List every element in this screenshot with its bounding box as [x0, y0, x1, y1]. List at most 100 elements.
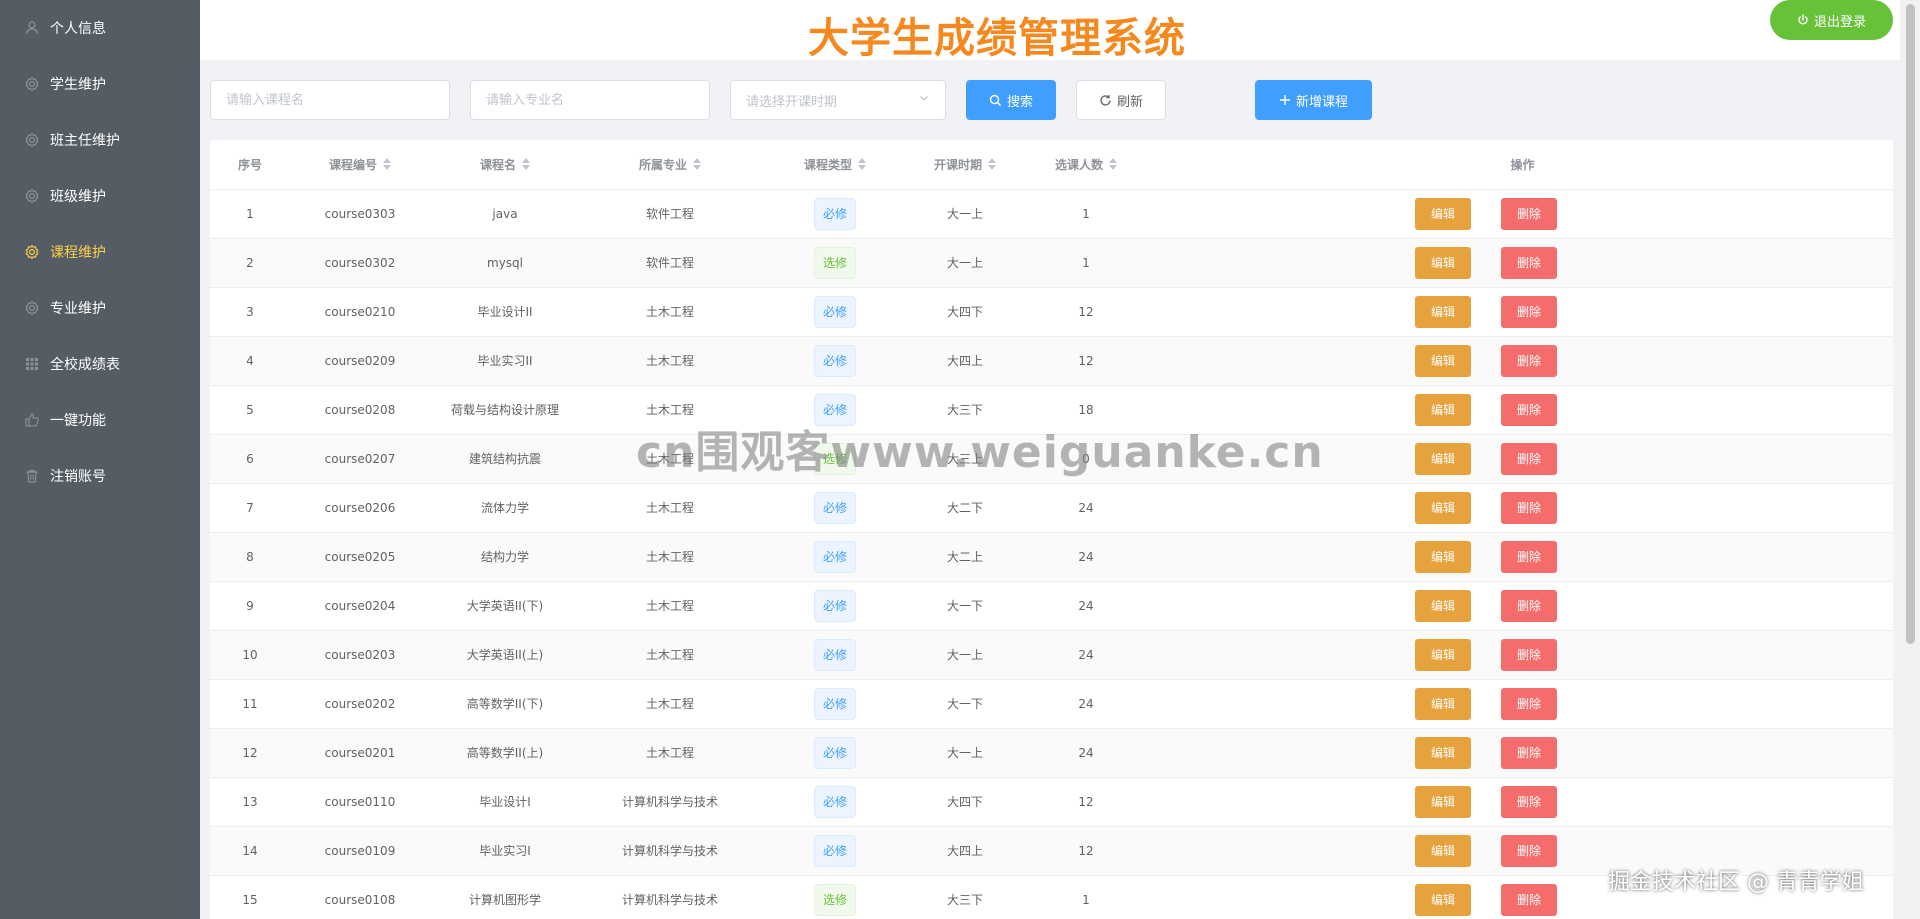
cell-count: 12	[1020, 287, 1152, 337]
period-select[interactable]: 请选择开课时期	[730, 80, 946, 120]
cell-period: 大三上	[910, 434, 1020, 484]
cell-type: 必修	[760, 385, 910, 435]
delete-button[interactable]: 删除	[1501, 540, 1557, 573]
edit-button[interactable]: 编辑	[1415, 295, 1471, 328]
sidebar-item-5[interactable]: 课程维护	[0, 224, 200, 280]
cell-actions: 编辑 删除	[1152, 385, 1893, 435]
edit-button[interactable]: 编辑	[1415, 344, 1471, 377]
cell-major: 软件工程	[580, 189, 760, 239]
sort-icon[interactable]	[383, 158, 391, 171]
edit-button[interactable]: 编辑	[1415, 491, 1471, 524]
cell-count: 1	[1020, 875, 1152, 919]
delete-button[interactable]: 删除	[1501, 295, 1557, 328]
cell-code: course0202	[290, 679, 430, 729]
cell-actions: 编辑 删除	[1152, 826, 1893, 876]
cell-code: course0110	[290, 777, 430, 827]
table-row: 2 course0302 mysql 软件工程 选修 大一上 1 编辑 删除	[210, 238, 1893, 288]
edit-button[interactable]: 编辑	[1415, 197, 1471, 230]
edit-button[interactable]: 编辑	[1415, 638, 1471, 671]
table-row: 14 course0109 毕业实习I 计算机科学与技术 必修 大四上 12 编辑 删除	[210, 826, 1893, 876]
delete-button[interactable]: 删除	[1501, 687, 1557, 720]
table-row: 1 course0303 java 软件工程 必修 大一上 1 编辑 删除	[210, 189, 1893, 239]
sort-icon[interactable]	[988, 158, 996, 171]
sidebar-item-2[interactable]: 学生维护	[0, 56, 200, 112]
edit-button[interactable]: 编辑	[1415, 736, 1471, 769]
cell-code: course0204	[290, 581, 430, 631]
delete-button[interactable]: 删除	[1501, 883, 1557, 916]
refresh-label: 刷新	[1116, 94, 1143, 110]
cell-count: 24	[1020, 630, 1152, 680]
logout-button[interactable]: 退出登录	[1770, 0, 1893, 40]
app-title: 大学生成绩管理系统	[808, 14, 1186, 62]
table-row: 12 course0201 高等数学II(上) 土木工程 必修 大一上 24 编辑 删除	[210, 728, 1893, 778]
delete-button[interactable]: 删除	[1501, 589, 1557, 622]
delete-button[interactable]: 删除	[1501, 344, 1557, 377]
sidebar-item-3[interactable]: 班主任维护	[0, 112, 200, 168]
col-header-code[interactable]: 课程编号	[290, 140, 430, 190]
col-header-count[interactable]: 选课人数	[1020, 140, 1152, 190]
sidebar-item-1[interactable]: 个人信息	[0, 0, 200, 56]
cell-type: 选修	[760, 434, 910, 484]
scrollbar-thumb[interactable]	[1906, 4, 1915, 644]
edit-button[interactable]: 编辑	[1415, 785, 1471, 818]
col-header-period[interactable]: 开课时期	[910, 140, 1020, 190]
period-select-placeholder: 请选择开课时期	[746, 94, 838, 110]
cell-code: course0303	[290, 189, 430, 239]
sidebar-item-8[interactable]: 一键功能	[0, 392, 200, 448]
search-button[interactable]: 搜索	[966, 80, 1056, 120]
col-header-type[interactable]: 课程类型	[760, 140, 910, 190]
col-header-major[interactable]: 所属专业	[580, 140, 760, 190]
cell-type: 必修	[760, 679, 910, 729]
col-header-name[interactable]: 课程名	[430, 140, 580, 190]
cell-major: 土木工程	[580, 581, 760, 631]
sidebar-item-6[interactable]: 专业维护	[0, 280, 200, 336]
cell-actions: 编辑 删除	[1152, 287, 1893, 337]
edit-button[interactable]: 编辑	[1415, 442, 1471, 475]
refresh-button[interactable]: 刷新	[1076, 80, 1166, 120]
course-type-tag: 必修	[813, 540, 856, 573]
course-type-tag: 必修	[813, 834, 856, 867]
sort-icon[interactable]	[1109, 158, 1117, 171]
delete-button[interactable]: 删除	[1501, 393, 1557, 426]
delete-button[interactable]: 删除	[1501, 491, 1557, 524]
cell-actions: 编辑 删除	[1152, 189, 1893, 239]
delete-button[interactable]: 删除	[1501, 246, 1557, 279]
major-name-input[interactable]	[470, 80, 710, 120]
cell-no: 15	[210, 875, 290, 919]
cell-no: 14	[210, 826, 290, 876]
delete-button[interactable]: 删除	[1501, 736, 1557, 769]
cell-no: 8	[210, 532, 290, 582]
cell-period: 大二上	[910, 532, 1020, 582]
add-course-button[interactable]: 新增课程	[1255, 80, 1372, 120]
cell-name: 毕业设计II	[430, 287, 580, 337]
cell-name: 大学英语II(上)	[430, 630, 580, 680]
edit-button[interactable]: 编辑	[1415, 393, 1471, 426]
cell-type: 必修	[760, 728, 910, 778]
table-row: 5 course0208 荷载与结构设计原理 土木工程 必修 大三下 18 编辑 删除	[210, 385, 1893, 435]
edit-button[interactable]: 编辑	[1415, 687, 1471, 720]
cell-name: 建筑结构抗震	[430, 434, 580, 484]
delete-button[interactable]: 删除	[1501, 785, 1557, 818]
delete-button[interactable]: 删除	[1501, 442, 1557, 475]
cell-code: course0209	[290, 336, 430, 386]
cell-period: 大四下	[910, 777, 1020, 827]
delete-button[interactable]: 删除	[1501, 638, 1557, 671]
edit-button[interactable]: 编辑	[1415, 589, 1471, 622]
sort-icon[interactable]	[693, 158, 701, 171]
sidebar-item-9[interactable]: 注销账号	[0, 448, 200, 504]
edit-button[interactable]: 编辑	[1415, 834, 1471, 867]
cell-name: 高等数学II(上)	[430, 728, 580, 778]
edit-button[interactable]: 编辑	[1415, 246, 1471, 279]
sort-icon[interactable]	[522, 158, 530, 171]
edit-button[interactable]: 编辑	[1415, 540, 1471, 573]
course-name-input[interactable]	[210, 80, 450, 120]
sidebar-item-4[interactable]: 班级维护	[0, 168, 200, 224]
sort-icon[interactable]	[858, 158, 866, 171]
cell-actions: 编辑 删除	[1152, 483, 1893, 533]
delete-button[interactable]: 删除	[1501, 197, 1557, 230]
sidebar-item-7[interactable]: 全校成绩表	[0, 336, 200, 392]
cell-no: 2	[210, 238, 290, 288]
edit-button[interactable]: 编辑	[1415, 883, 1471, 916]
delete-button[interactable]: 删除	[1501, 834, 1557, 867]
cell-major: 土木工程	[580, 287, 760, 337]
